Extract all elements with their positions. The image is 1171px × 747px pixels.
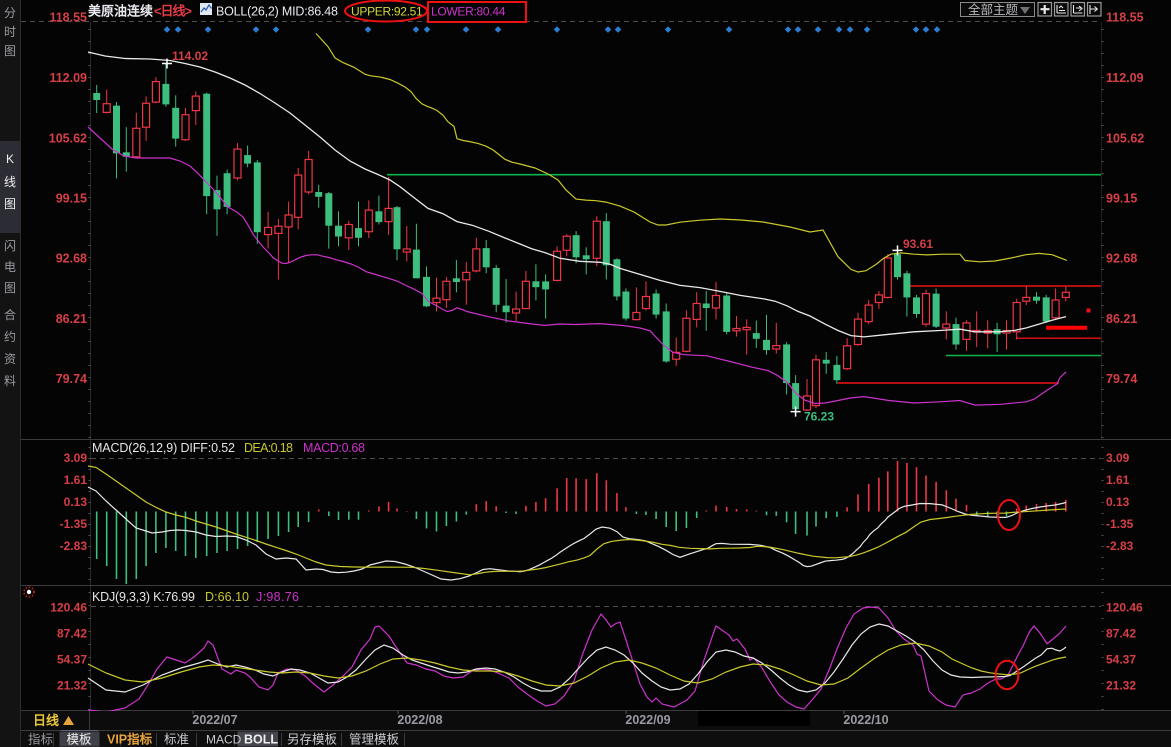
svg-text:54.37: 54.37 bbox=[57, 653, 87, 667]
svg-text:合: 合 bbox=[4, 307, 16, 322]
svg-text:54.37: 54.37 bbox=[1106, 653, 1136, 667]
svg-text:0.13: 0.13 bbox=[1106, 495, 1130, 509]
svg-text:J:98.76: J:98.76 bbox=[256, 590, 299, 604]
svg-text:-1.35: -1.35 bbox=[1106, 517, 1134, 531]
svg-text:管理模板: 管理模板 bbox=[349, 732, 400, 747]
svg-text:2022/07: 2022/07 bbox=[192, 713, 237, 727]
svg-text:MACD:0.68: MACD:0.68 bbox=[303, 441, 365, 455]
svg-text:112.09: 112.09 bbox=[1106, 71, 1144, 85]
svg-text:分: 分 bbox=[4, 6, 16, 20]
svg-text:DEA:0.18: DEA:0.18 bbox=[244, 441, 293, 455]
svg-text:模板: 模板 bbox=[67, 733, 93, 747]
svg-text:闪: 闪 bbox=[4, 239, 16, 253]
svg-text:118.55: 118.55 bbox=[1106, 11, 1144, 25]
svg-text:资: 资 bbox=[4, 352, 16, 366]
svg-text:指标: 指标 bbox=[28, 732, 53, 747]
svg-text:K: K bbox=[6, 152, 14, 166]
svg-text:MACD: MACD bbox=[206, 733, 242, 747]
svg-text:约: 约 bbox=[4, 329, 16, 344]
svg-text:105.62: 105.62 bbox=[49, 132, 87, 146]
svg-text:79.74: 79.74 bbox=[56, 372, 87, 386]
svg-text:时: 时 bbox=[4, 25, 16, 39]
svg-text:图: 图 bbox=[4, 281, 16, 295]
svg-text:21.32: 21.32 bbox=[1106, 679, 1136, 693]
svg-text:0.13: 0.13 bbox=[64, 495, 88, 509]
svg-text:87.42: 87.42 bbox=[57, 627, 87, 641]
svg-text:86.21: 86.21 bbox=[1106, 312, 1137, 326]
svg-text:86.21: 86.21 bbox=[56, 312, 87, 326]
svg-text:VIP指标: VIP指标 bbox=[107, 732, 153, 747]
svg-text:日线: 日线 bbox=[33, 713, 59, 728]
svg-text:图: 图 bbox=[4, 197, 16, 211]
svg-text:87.42: 87.42 bbox=[1106, 627, 1136, 641]
svg-text:1.61: 1.61 bbox=[1106, 473, 1130, 487]
svg-text:MACD(26,12,9) DIFF:0.52: MACD(26,12,9) DIFF:0.52 bbox=[92, 441, 235, 455]
svg-text:2022/09: 2022/09 bbox=[625, 713, 670, 727]
svg-text:标准: 标准 bbox=[164, 733, 189, 747]
svg-text:99.15: 99.15 bbox=[56, 192, 87, 206]
svg-text:99.15: 99.15 bbox=[1106, 192, 1137, 206]
svg-text:112.09: 112.09 bbox=[49, 71, 87, 85]
svg-text:-2.83: -2.83 bbox=[1106, 539, 1134, 553]
svg-text:UPPER:92.51: UPPER:92.51 bbox=[351, 5, 423, 19]
svg-text:D:66.10: D:66.10 bbox=[205, 590, 249, 604]
svg-text:105.62: 105.62 bbox=[1106, 132, 1144, 146]
svg-text:另存模板: 另存模板 bbox=[287, 733, 338, 747]
svg-text:LOWER:80.44: LOWER:80.44 bbox=[431, 5, 506, 19]
svg-text:79.74: 79.74 bbox=[1106, 372, 1137, 386]
svg-text:料: 料 bbox=[4, 374, 16, 388]
svg-text:1.61: 1.61 bbox=[64, 473, 88, 487]
svg-text:全部主题: 全部主题 bbox=[968, 2, 1019, 17]
svg-text:120.46: 120.46 bbox=[1106, 601, 1143, 615]
svg-text:BOLL(26,2) MID:86.48: BOLL(26,2) MID:86.48 bbox=[216, 5, 338, 19]
svg-text:118.55: 118.55 bbox=[49, 11, 87, 25]
svg-text:KDJ(9,3,3) K:76.99: KDJ(9,3,3) K:76.99 bbox=[92, 590, 195, 604]
svg-text:92.68: 92.68 bbox=[1106, 252, 1137, 266]
svg-text:120.46: 120.46 bbox=[50, 601, 87, 615]
svg-text:图: 图 bbox=[4, 44, 16, 58]
svg-text:美原油连续: 美原油连续 bbox=[88, 4, 153, 19]
svg-text:93.61: 93.61 bbox=[903, 237, 933, 251]
svg-text:2022/08: 2022/08 bbox=[397, 713, 442, 727]
svg-text:21.32: 21.32 bbox=[57, 679, 87, 693]
svg-text:76.23: 76.23 bbox=[804, 410, 834, 424]
svg-text:<日线>: <日线> bbox=[154, 4, 192, 19]
svg-text:-2.83: -2.83 bbox=[60, 539, 88, 553]
svg-text:BOLL: BOLL bbox=[244, 733, 278, 747]
svg-text:-1.35: -1.35 bbox=[60, 517, 88, 531]
svg-text:92.68: 92.68 bbox=[56, 252, 87, 266]
svg-text:114.02: 114.02 bbox=[172, 49, 208, 63]
svg-text:线: 线 bbox=[4, 175, 16, 189]
svg-text:3.09: 3.09 bbox=[1106, 451, 1130, 465]
svg-text:电: 电 bbox=[4, 260, 16, 274]
svg-text:3.09: 3.09 bbox=[64, 451, 88, 465]
svg-text:2022/10: 2022/10 bbox=[843, 713, 888, 727]
